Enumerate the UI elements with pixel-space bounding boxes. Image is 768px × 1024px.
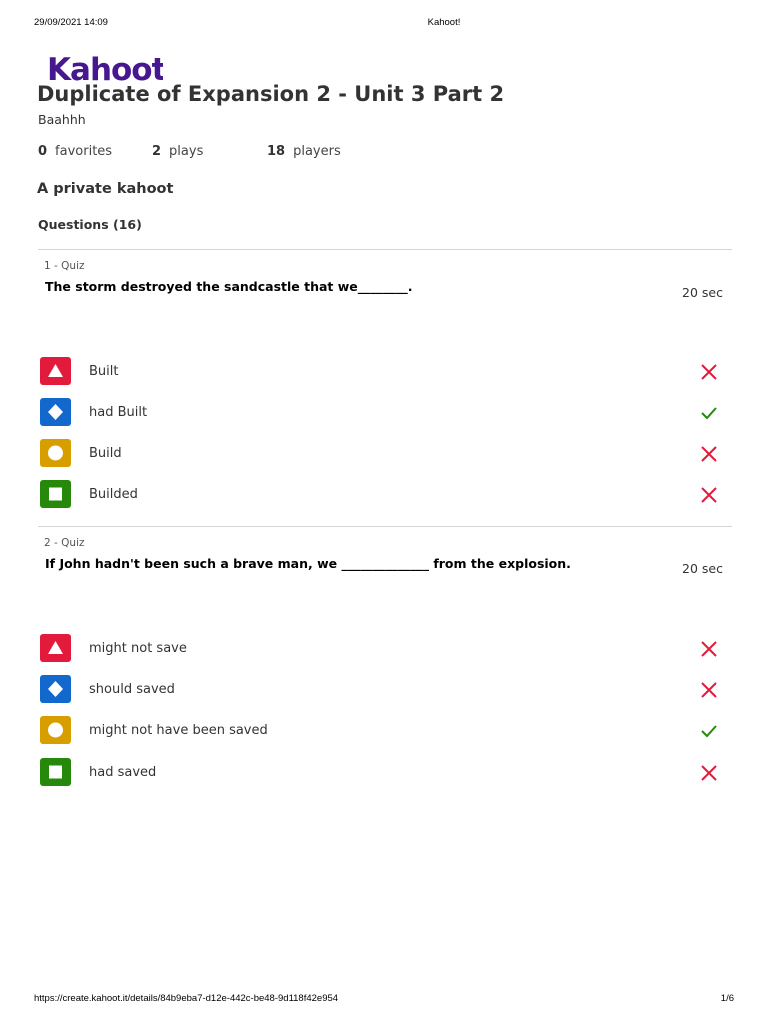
answer-option: Build (38, 437, 732, 469)
print-footer: https://create.kahoot.it/details/84b9eba… (0, 993, 768, 1007)
triangle-icon (40, 634, 71, 662)
incorrect-x-icon (701, 765, 717, 781)
triangle-icon (40, 357, 71, 385)
stat-favorites: 0 favorites (38, 144, 112, 159)
print-header: 29/09/2021 14:09 Kahoot! (0, 17, 768, 31)
stat-favorites-value: 0 (38, 144, 48, 159)
stat-plays-value: 2 (152, 144, 162, 159)
answer-option: should saved (38, 673, 732, 705)
answer-option: might not save (38, 632, 732, 664)
print-page-number: 1/6 (720, 993, 734, 1004)
answer-text: had Built (89, 405, 148, 420)
incorrect-x-icon (701, 682, 717, 698)
circle-icon (40, 439, 71, 467)
answer-text: had saved (89, 765, 157, 780)
answer-option: Builded (38, 478, 732, 510)
answer-text: Built (89, 364, 119, 379)
print-page-title: Kahoot! (427, 17, 461, 28)
answer-text: might not have been saved (89, 723, 268, 738)
question-text: If John hadn't been such a brave man, we… (45, 556, 571, 571)
incorrect-x-icon (701, 641, 717, 657)
answer-text: Build (89, 446, 122, 461)
diamond-icon (40, 675, 71, 703)
correct-check-icon (701, 407, 717, 420)
answer-text: should saved (89, 682, 175, 697)
stat-players: 18 players (267, 144, 341, 159)
incorrect-x-icon (701, 487, 717, 503)
circle-icon (40, 716, 71, 744)
question-text: The storm destroyed the sandcastle that … (45, 279, 413, 294)
stat-plays: 2 plays (152, 144, 203, 159)
answer-option: had saved (38, 756, 732, 788)
question-type: 2 - Quiz (44, 537, 85, 549)
kahoot-logo-text: Kahoot! (47, 52, 163, 86)
stat-players-label: players (293, 144, 341, 159)
print-url: https://create.kahoot.it/details/84b9eba… (34, 993, 339, 1004)
question-time-limit: 20 sec (682, 285, 723, 300)
correct-check-icon (701, 725, 717, 738)
creator-name: Baahhh (38, 112, 86, 127)
stat-players-value: 18 (267, 144, 286, 159)
stat-plays-label: plays (169, 144, 204, 159)
kahoot-logo: Kahoot! (47, 50, 163, 86)
stat-favorites-label: favorites (55, 144, 113, 159)
question-card: 2 - Quiz If John hadn't been such a brav… (38, 526, 732, 786)
answer-text: Builded (89, 487, 138, 502)
question-type: 1 - Quiz (44, 260, 85, 272)
diamond-icon (40, 398, 71, 426)
answer-option: had Built (38, 396, 732, 428)
answer-option: Built (38, 355, 732, 387)
answer-option: might not have been saved (38, 714, 732, 746)
visibility-label: A private kahoot (37, 181, 174, 197)
answer-text: might not save (89, 641, 187, 656)
kahoot-title: Duplicate of Expansion 2 - Unit 3 Part 2 (37, 82, 505, 106)
square-icon (40, 758, 71, 786)
question-card: 1 - Quiz The storm destroyed the sandcas… (38, 249, 732, 508)
question-time-limit: 20 sec (682, 561, 723, 576)
incorrect-x-icon (701, 446, 717, 462)
questions-count: Questions (16) (38, 217, 142, 232)
square-icon (40, 480, 71, 508)
incorrect-x-icon (701, 364, 717, 380)
